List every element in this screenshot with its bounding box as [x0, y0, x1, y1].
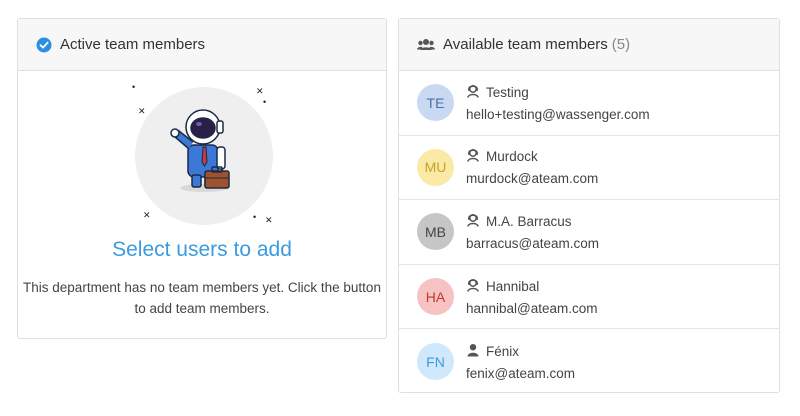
available-members-title: Available team members	[443, 36, 608, 53]
member-row[interactable]: TE Testing hello+testing@wassenger.com	[399, 71, 779, 136]
member-list: TE Testing hello+testing@wassenger.com M…	[399, 71, 779, 394]
user-icon	[466, 343, 486, 360]
member-row[interactable]: FN Fénix fenix@ateam.com	[399, 329, 779, 394]
member-name: Testing	[486, 84, 529, 100]
active-members-panel: Active team members • ✕ ✕ • ✕ • ✕ Select…	[17, 18, 387, 339]
member-name: Fénix	[486, 343, 520, 359]
check-circle-icon	[36, 37, 52, 53]
member-email: hannibal@ateam.com	[466, 300, 598, 316]
user-agent-icon	[466, 278, 486, 295]
member-name: M.A. Barracus	[486, 213, 572, 229]
avatar: MB	[417, 213, 454, 251]
astronaut-illustration	[135, 87, 273, 225]
user-agent-icon	[466, 213, 486, 230]
active-members-title: Active team members	[60, 36, 206, 53]
empty-state: • ✕ ✕ • ✕ • ✕ Select users to add This d…	[18, 71, 386, 339]
avatar: TE	[417, 84, 454, 122]
member-email: murdock@ateam.com	[466, 171, 599, 187]
users-icon	[417, 37, 435, 53]
member-row[interactable]: HA Hannibal hannibal@ateam.com	[399, 265, 779, 330]
member-email: hello+testing@wassenger.com	[466, 106, 650, 122]
avatar: HA	[417, 278, 454, 316]
member-email: fenix@ateam.com	[466, 365, 575, 381]
member-email: barracus@ateam.com	[466, 235, 600, 251]
empty-state-title: Select users to add	[112, 238, 292, 261]
avatar: FN	[417, 343, 454, 381]
member-name: Hannibal	[486, 278, 540, 294]
available-members-header: Available team members (5)	[399, 19, 779, 71]
available-members-panel: Available team members (5) TE Testing he…	[398, 18, 780, 393]
user-agent-icon	[466, 148, 486, 165]
user-agent-icon	[466, 84, 486, 101]
member-row[interactable]: MB M.A. Barracus barracus@ateam.com	[399, 200, 779, 265]
empty-state-description: This department has no team members yet.…	[23, 280, 381, 316]
avatar: MU	[417, 148, 454, 186]
available-members-count: (5)	[611, 36, 631, 53]
member-name: Murdock	[486, 149, 538, 165]
active-members-header: Active team members	[18, 19, 386, 71]
member-row[interactable]: MU Murdock murdock@ateam.com	[399, 136, 779, 201]
